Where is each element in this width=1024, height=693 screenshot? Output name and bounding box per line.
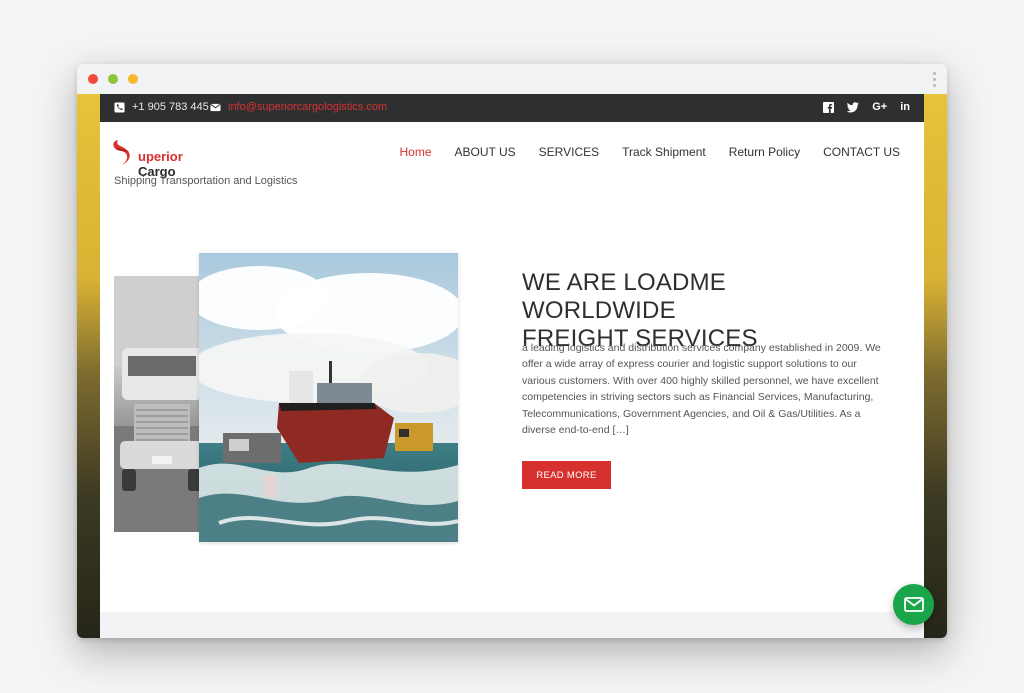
social-links: G+ in	[823, 101, 910, 113]
top-bar: +1 905 783 445 info@superiorcargologisti…	[100, 94, 924, 122]
nav-item-contact-us[interactable]: CONTACT US	[823, 145, 900, 159]
minimize-window-dot[interactable]	[108, 74, 118, 84]
section-divider	[100, 612, 924, 638]
read-more-button[interactable]: READ MORE	[522, 461, 611, 489]
nav-item-track-shipment[interactable]: Track Shipment	[622, 145, 706, 159]
site-page: +1 905 783 445 info@superiorcargologisti…	[100, 94, 924, 638]
envelope-icon	[210, 103, 221, 111]
truck-image	[114, 276, 209, 532]
nav-item-services[interactable]: SERVICES	[539, 145, 599, 159]
phone-number: +1 905 783 445	[132, 101, 209, 113]
page-viewport: +1 905 783 445 info@superiorcargologisti…	[77, 94, 947, 638]
cargo-ship-image	[199, 253, 458, 542]
hero-title-line1: WE ARE LOADME WORLDWIDE	[522, 269, 726, 324]
linkedin-icon[interactable]: in	[900, 101, 910, 113]
browser-window: +1 905 783 445 info@superiorcargologisti…	[77, 64, 947, 638]
facebook-icon[interactable]	[823, 101, 835, 113]
site-tagline: Shipping Transportation and Logistics	[114, 175, 298, 187]
kebab-menu-icon[interactable]	[933, 72, 937, 90]
phone-contact[interactable]: +1 905 783 445	[114, 101, 209, 113]
site-logo[interactable]: uperior Cargo	[112, 137, 222, 179]
main-nav: Home ABOUT US SERVICES Track Shipment Re…	[377, 145, 900, 159]
close-window-dot[interactable]	[88, 74, 98, 84]
phone-icon	[114, 101, 125, 113]
nav-item-home[interactable]: Home	[400, 145, 432, 159]
mail-icon	[903, 597, 924, 612]
twitter-icon[interactable]	[847, 101, 860, 113]
email-link[interactable]: info@superiorcargologistics.com	[228, 101, 387, 113]
hero-description: a leading logistics and distribution ser…	[522, 342, 881, 437]
logo-text-red: uperior	[138, 149, 183, 164]
nav-item-return-policy[interactable]: Return Policy	[729, 145, 800, 159]
message-fab-button[interactable]	[893, 584, 934, 625]
swoosh-logo-icon	[113, 140, 130, 165]
google-plus-icon[interactable]: G+	[872, 101, 887, 113]
nav-item-about-us[interactable]: ABOUT US	[455, 145, 516, 159]
browser-chrome	[77, 64, 947, 95]
maximize-window-dot[interactable]	[128, 74, 138, 84]
email-contact[interactable]: info@superiorcargologistics.com	[210, 101, 387, 113]
site-header: uperior Cargo Shipping Transportation an…	[100, 122, 924, 202]
